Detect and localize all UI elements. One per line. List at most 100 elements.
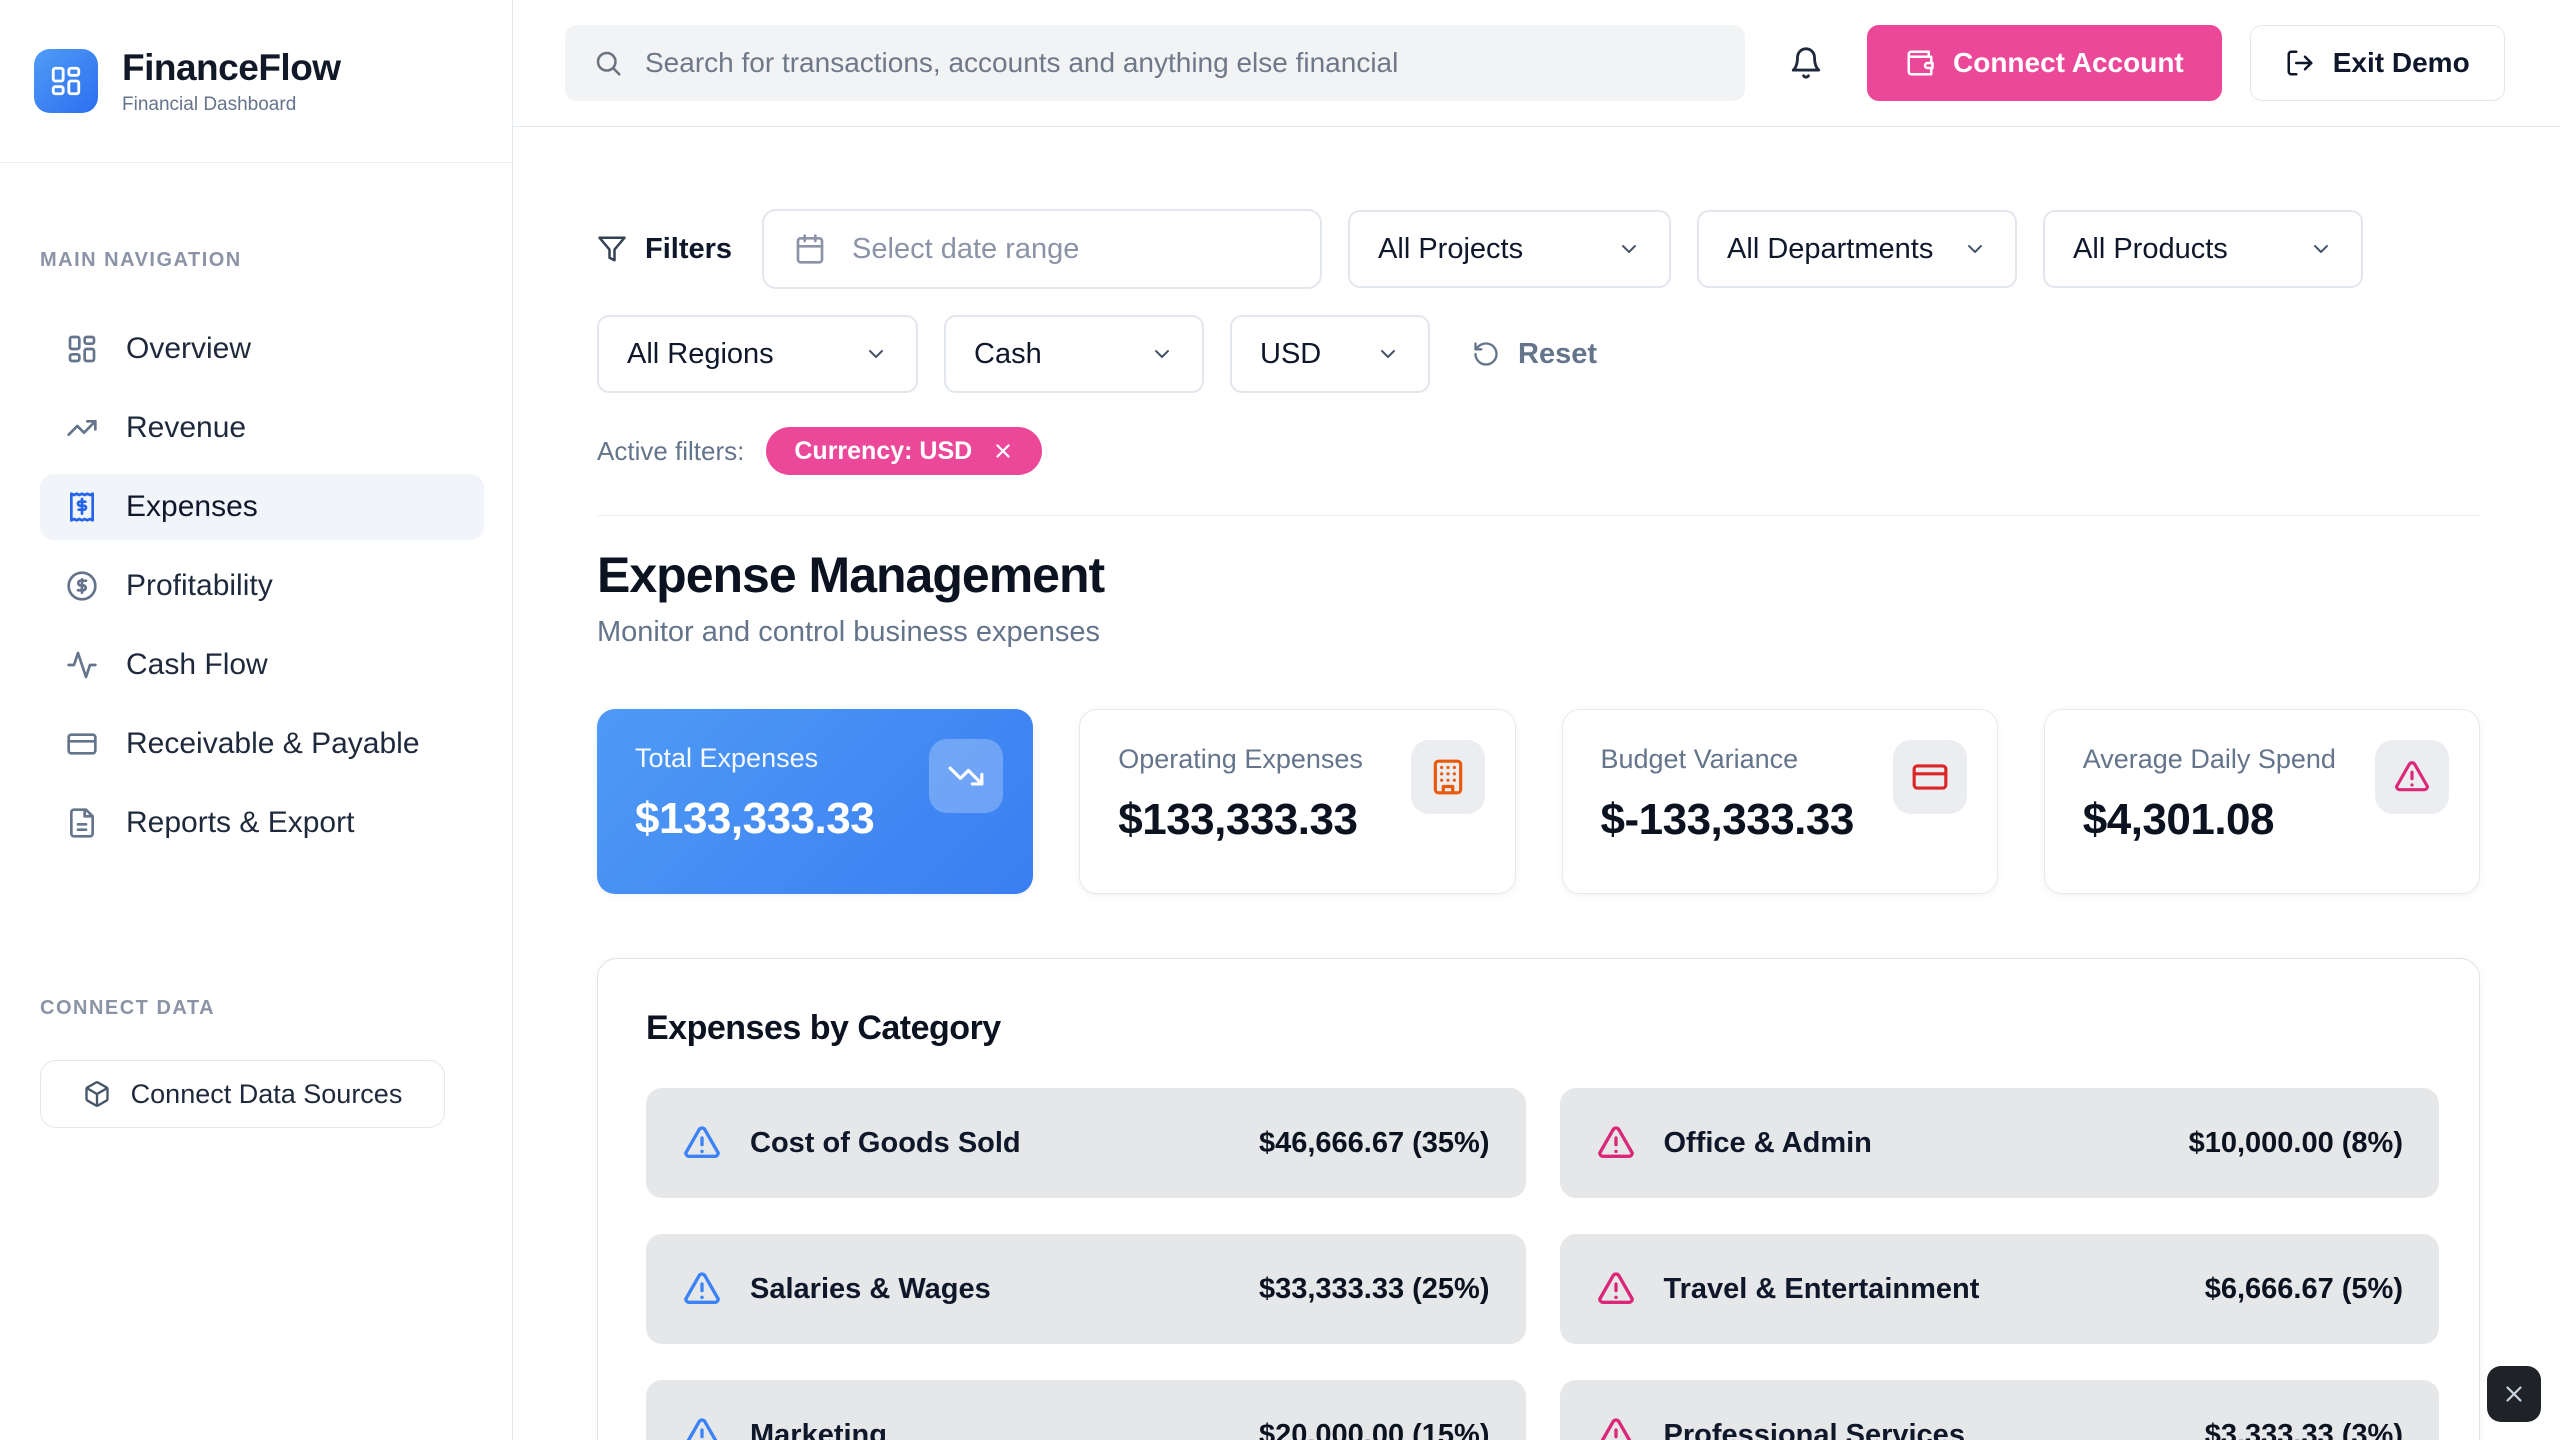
chevron-down-icon xyxy=(1963,237,1987,261)
brand: FinanceFlow Financial Dashboard xyxy=(0,0,512,163)
sidebar-item-revenue[interactable]: Revenue xyxy=(40,395,484,461)
category-row-professional-services[interactable]: Professional Services $3,333.33 (3%) xyxy=(1560,1380,2440,1440)
sidebar-item-receivable-payable[interactable]: Receivable & Payable xyxy=(40,711,484,777)
category-row-cost-of-goods-sold[interactable]: Cost of Goods Sold $46,666.67 (35%) xyxy=(646,1088,1526,1198)
x-icon xyxy=(2501,1381,2527,1407)
sidebar: FinanceFlow Financial Dashboard MAIN NAV… xyxy=(0,0,513,1440)
app-tagline: Financial Dashboard xyxy=(122,94,341,116)
bell-icon xyxy=(1789,46,1823,80)
products-select[interactable]: All Products xyxy=(2043,210,2363,288)
category-label: Office & Admin xyxy=(1664,1127,2161,1160)
building-icon xyxy=(1429,758,1467,796)
alert-triangle-icon xyxy=(1596,1269,1636,1309)
currency-select[interactable]: USD xyxy=(1230,315,1430,393)
sidebar-item-label: Expenses xyxy=(126,490,258,524)
sidebar-item-overview[interactable]: Overview xyxy=(40,316,484,382)
projects-select-value: All Projects xyxy=(1378,233,1523,266)
category-row-marketing[interactable]: Marketing $20,000.00 (15%) xyxy=(646,1380,1526,1440)
sidebar-item-expenses[interactable]: Expenses xyxy=(40,474,484,540)
currency-select-value: USD xyxy=(1260,338,1321,371)
exit-demo-label: Exit Demo xyxy=(2333,47,2470,79)
projects-select[interactable]: All Projects xyxy=(1348,210,1671,288)
sidebar-item-cash-flow[interactable]: Cash Flow xyxy=(40,632,484,698)
category-label: Salaries & Wages xyxy=(750,1273,1231,1306)
category-row-salaries-wages[interactable]: Salaries & Wages $33,333.33 (25%) xyxy=(646,1234,1526,1344)
departments-select-value: All Departments xyxy=(1727,233,1933,266)
active-filters-row: Active filters: Currency: USD xyxy=(597,427,2480,475)
chevron-down-icon xyxy=(1617,237,1641,261)
connect-account-button[interactable]: Connect Account xyxy=(1867,25,2222,101)
receipt-icon xyxy=(66,491,98,523)
stat-icon-badge xyxy=(929,739,1003,813)
global-search[interactable] xyxy=(565,25,1745,101)
filters-title: Filters xyxy=(597,233,736,266)
alert-triangle-icon xyxy=(682,1269,722,1309)
stat-card-average-daily-spend[interactable]: Average Daily Spend $4,301.08 xyxy=(2044,709,2480,894)
connect-section-label: CONNECT DATA xyxy=(40,997,484,1020)
sidebar-item-profitability[interactable]: Profitability xyxy=(40,553,484,619)
stat-card-total-expenses[interactable]: Total Expenses $133,333.33 xyxy=(597,709,1033,894)
remove-filter-icon[interactable] xyxy=(992,440,1014,462)
category-row-office-admin[interactable]: Office & Admin $10,000.00 (8%) xyxy=(1560,1088,2440,1198)
products-select-value: All Products xyxy=(2073,233,2228,266)
notifications-button[interactable] xyxy=(1789,46,1823,80)
alert-triangle-icon xyxy=(682,1415,722,1440)
chevron-down-icon xyxy=(864,342,888,366)
chevron-down-icon xyxy=(1376,342,1400,366)
close-overlay-button[interactable] xyxy=(2487,1366,2541,1422)
category-value: $33,333.33 (25%) xyxy=(1259,1273,1490,1306)
category-value: $46,666.67 (35%) xyxy=(1259,1127,1490,1160)
page-subtitle: Monitor and control business expenses xyxy=(597,616,2480,649)
alert-triangle-icon xyxy=(1596,1123,1636,1163)
wallet-icon xyxy=(1905,48,1935,78)
chevron-down-icon xyxy=(2309,237,2333,261)
stat-icon-badge xyxy=(1411,740,1485,814)
filters-title-label: Filters xyxy=(645,233,732,266)
connect-data-sources-button[interactable]: Connect Data Sources xyxy=(40,1060,445,1128)
stat-icon-badge xyxy=(2375,740,2449,814)
cube-icon xyxy=(83,1080,111,1108)
layout-dashboard-icon xyxy=(66,333,98,365)
active-filter-chip-label: Currency: USD xyxy=(794,437,972,466)
trending-up-icon xyxy=(66,412,98,444)
search-input[interactable] xyxy=(645,47,1717,79)
alert-triangle-icon xyxy=(2393,758,2431,796)
category-section-title: Expenses by Category xyxy=(646,1009,2439,1048)
stat-card-budget-variance[interactable]: Budget Variance $-133,333.33 xyxy=(1562,709,1998,894)
file-text-icon xyxy=(66,807,98,839)
sidebar-item-reports-export[interactable]: Reports & Export xyxy=(40,790,484,856)
exit-demo-button[interactable]: Exit Demo xyxy=(2250,25,2505,101)
sidebar-item-label: Reports & Export xyxy=(126,806,354,840)
cash-basis-select[interactable]: Cash xyxy=(944,315,1204,393)
sidebar-item-label: Profitability xyxy=(126,569,273,603)
expenses-by-category-card: Expenses by Category Cost of Goods Sold … xyxy=(597,958,2480,1440)
category-label: Marketing xyxy=(750,1419,1231,1440)
credit-card-icon xyxy=(1911,758,1949,796)
funnel-icon xyxy=(597,234,627,264)
stat-card-operating-expenses[interactable]: Operating Expenses $133,333.33 xyxy=(1079,709,1515,894)
stat-cards: Total Expenses $133,333.33 Operating Exp… xyxy=(597,709,2480,894)
alert-triangle-icon xyxy=(682,1123,722,1163)
category-row-travel-entertainment[interactable]: Travel & Entertainment $6,666.67 (5%) xyxy=(1560,1234,2440,1344)
category-value: $6,666.67 (5%) xyxy=(2205,1273,2403,1306)
activity-icon xyxy=(66,649,98,681)
cash-basis-select-value: Cash xyxy=(974,338,1042,371)
active-filters-label: Active filters: xyxy=(597,436,744,467)
reset-filters-button[interactable]: Reset xyxy=(1472,338,1597,371)
app-logo xyxy=(34,49,98,113)
date-range-input[interactable]: Select date range xyxy=(762,209,1322,289)
app-root: FinanceFlow Financial Dashboard MAIN NAV… xyxy=(0,0,2560,1440)
sidebar-item-label: Receivable & Payable xyxy=(126,727,420,761)
departments-select[interactable]: All Departments xyxy=(1697,210,2017,288)
category-grid: Cost of Goods Sold $46,666.67 (35%) Offi… xyxy=(646,1088,2439,1440)
date-range-placeholder: Select date range xyxy=(852,233,1079,266)
chevron-down-icon xyxy=(1150,342,1174,366)
app-title: FinanceFlow xyxy=(122,47,341,89)
active-filter-chip-currency[interactable]: Currency: USD xyxy=(766,427,1042,475)
filters-panel: Filters Select date range All Projects A… xyxy=(597,209,2480,516)
trending-down-icon xyxy=(947,757,985,795)
main-navigation: MAIN NAVIGATION Overview Revenue Expense… xyxy=(0,163,512,856)
topbar: Connect Account Exit Demo xyxy=(513,0,2560,127)
regions-select[interactable]: All Regions xyxy=(597,315,918,393)
connect-data-sources-label: Connect Data Sources xyxy=(131,1079,403,1110)
